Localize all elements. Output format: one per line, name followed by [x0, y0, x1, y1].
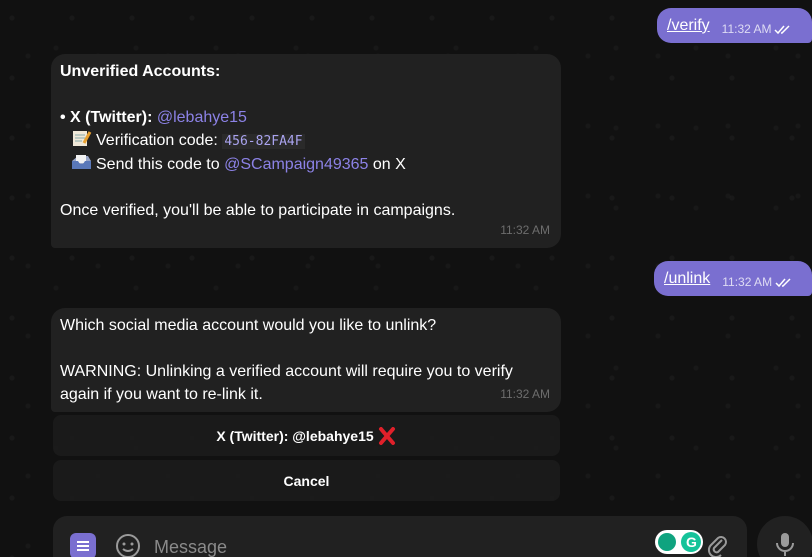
campaign-handle-link[interactable]: @SCampaign49365 [224, 156, 368, 173]
message-footer: Once verified, you'll be able to partici… [60, 202, 456, 219]
message-time: 11:32 AM [721, 22, 772, 36]
incoming-message-unlink-prompt: Which social media account would you lik… [51, 308, 561, 412]
incoming-message-unverified-accounts: Unverified Accounts: • X (Twitter): @leb… [51, 54, 561, 248]
platform-label: X (Twitter): [70, 109, 153, 126]
outgoing-message-unlink[interactable]: /unlink 11:32 AM [654, 261, 812, 296]
double-check-icon [774, 24, 791, 34]
double-check-icon [775, 277, 791, 287]
outgoing-message-verify[interactable]: /verify 11:32 AM [657, 8, 812, 43]
cancel-button[interactable]: Cancel [53, 460, 560, 501]
bullet: • [60, 109, 71, 126]
svg-text:G: G [686, 534, 697, 550]
message-time: 11:32 AM [500, 387, 550, 401]
unlink-question: Which social media account would you lik… [60, 317, 437, 334]
red-cross-icon [378, 426, 395, 445]
memo-emoji-icon [73, 131, 92, 146]
message-time: 11:32 AM [722, 275, 773, 289]
message-meta: 11:32 AM [722, 18, 793, 41]
unlink-warning-line-1: WARNING: Unlinking a verified account wi… [60, 363, 513, 380]
send-prefix: Send this code to [96, 156, 220, 173]
microphone-icon [776, 533, 794, 556]
paperclip-icon[interactable] [705, 533, 731, 557]
unlink-account-button[interactable]: X (Twitter): @lebahye15 [53, 415, 560, 456]
grammarly-icon[interactable]: G [655, 529, 705, 555]
code-label: Verification code: [96, 132, 218, 149]
message-meta: 11:32 AM [722, 271, 793, 294]
outbox-emoji-icon [72, 155, 91, 169]
verification-code[interactable]: 456-82FA4F [222, 134, 305, 149]
unlink-warning-line-2: again if you want to re-link it. [60, 386, 263, 403]
button-label: Cancel [283, 472, 330, 489]
account-line: • X (Twitter): @lebahye15 [60, 106, 455, 129]
send-code-line: Send this code to @SCampaign49365 on X [60, 153, 455, 176]
send-suffix: on X [372, 156, 406, 173]
bot-menu-icon[interactable] [70, 533, 96, 557]
message-composer[interactable]: Message G [53, 516, 747, 557]
verify-command-link[interactable]: /verify [667, 14, 710, 37]
account-handle-link[interactable]: @lebahye15 [157, 109, 247, 126]
verification-code-line: Verification code: 456-82FA4F [60, 129, 455, 153]
emoji-icon[interactable] [115, 533, 141, 557]
button-label: X (Twitter): @lebahye15 [216, 427, 374, 444]
message-time: 11:32 AM [500, 223, 550, 237]
message-input-placeholder[interactable]: Message [154, 537, 227, 557]
message-heading: Unverified Accounts: [60, 63, 221, 80]
unlink-command-link[interactable]: /unlink [664, 267, 710, 290]
